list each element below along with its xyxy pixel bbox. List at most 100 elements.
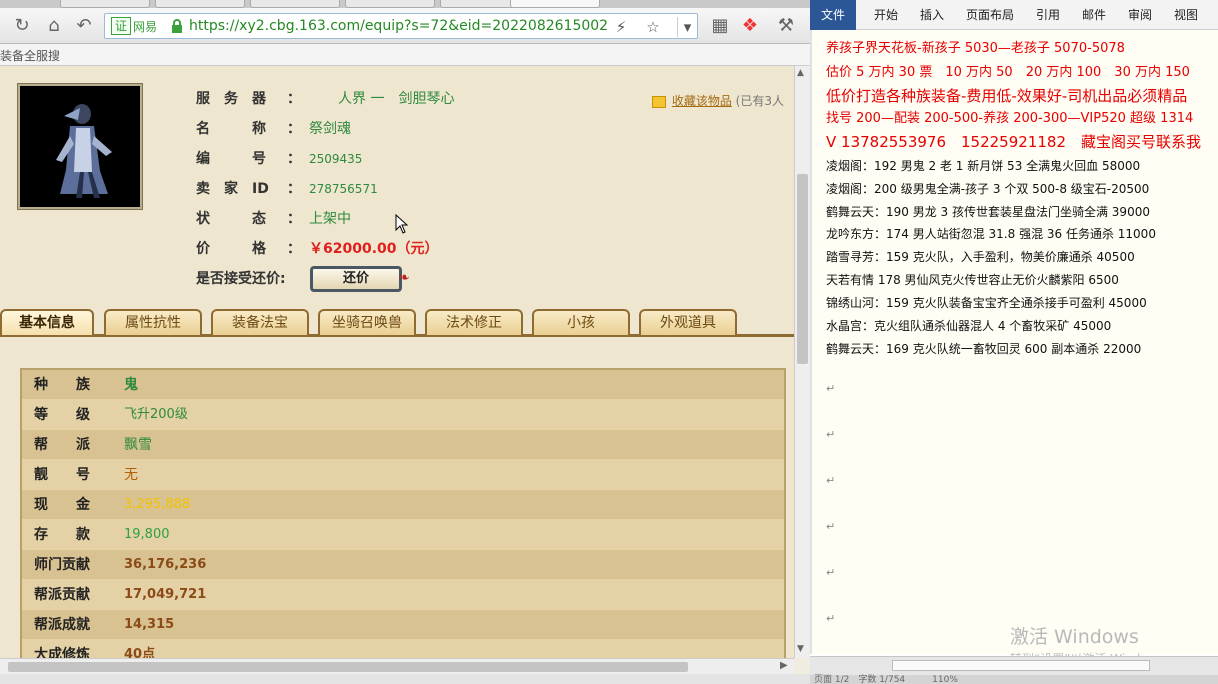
doc-line: 锦绣山河：159 克火队装备宝宝齐全通杀接手可盈利 45000 bbox=[826, 296, 1147, 310]
tab-basic-info[interactable]: 基本信息 bbox=[0, 309, 94, 335]
tab-spell-mods[interactable]: 法术修正 bbox=[425, 309, 523, 335]
doc-line: 凌烟阁：200 级男鬼全满-孩子 3 个双 500-8 级宝石-20500 bbox=[826, 182, 1150, 196]
web-page: 服 务 器 ： 人界 一 剑胆琴心 名 称 ： 祭剑魂 编 号 ： 250943… bbox=[0, 66, 794, 658]
colon: ： bbox=[287, 211, 301, 227]
doc-line: 养孩子界天花板-新孩子 5030—老孩子 5070-5078 bbox=[826, 41, 1125, 56]
doc-line: 估价 5 万内 30 票 10 万内 50 20 万内 100 30 万内 15… bbox=[826, 65, 1190, 80]
paragraph-mark: ↵ bbox=[826, 520, 836, 533]
favorite-count: (已有3人 bbox=[735, 94, 784, 108]
address-bar[interactable]: 证 网易 https://xy2.cbg.163.com/equip?s=72&… bbox=[104, 13, 698, 39]
table-row: 等 级 飞升200级 bbox=[22, 400, 784, 430]
tab-children[interactable]: 小孩 bbox=[532, 309, 630, 335]
browser-tab[interactable] bbox=[60, 0, 150, 8]
back-icon[interactable]: ↶ bbox=[72, 14, 96, 38]
attr-key: 师门贡献 bbox=[34, 557, 90, 573]
tab-equipment[interactable]: 装备法宝 bbox=[211, 309, 309, 335]
folder-add-icon bbox=[652, 95, 666, 108]
tab-review[interactable]: 审阅 bbox=[1122, 0, 1158, 30]
word-status-area: 页面 1/2 字数 1/754 110% bbox=[810, 656, 1218, 684]
detail-tabs: 基本信息 属性抗性 装备法宝 坐骑召唤兽 法术修正 小孩 外观道具 bbox=[0, 309, 794, 337]
tab-references[interactable]: 引用 bbox=[1030, 0, 1066, 30]
tab-insert[interactable]: 插入 bbox=[914, 0, 950, 30]
attr-value: 14,315 bbox=[124, 617, 175, 632]
scroll-up-icon[interactable]: ▲ bbox=[797, 68, 804, 78]
bookmark-item[interactable]: 装备全服搜 bbox=[0, 47, 60, 64]
table-row: 存 款 19,800 bbox=[22, 520, 784, 550]
tab-file[interactable]: 文件 bbox=[810, 0, 856, 30]
counter-offer-label: 是否接受还价: bbox=[196, 271, 286, 287]
horizontal-scrollbar[interactable] bbox=[892, 660, 1150, 671]
attr-value: 40点 bbox=[124, 647, 156, 658]
tools-icon[interactable]: ⚒ bbox=[774, 14, 798, 38]
doc-line: 鹤舞云天：190 男龙 3 孩传世套装星盘法门坐骑全满 39000 bbox=[826, 205, 1150, 219]
scroll-right-icon[interactable]: ▶ bbox=[780, 660, 788, 671]
ornament-icon: ❧ bbox=[398, 270, 410, 286]
browser-tab[interactable] bbox=[250, 0, 340, 8]
name-value: 祭剑魂 bbox=[309, 121, 351, 137]
browser-tab[interactable] bbox=[155, 0, 245, 8]
tab-page-layout[interactable]: 页面布局 bbox=[962, 0, 1018, 30]
paragraph-mark: ↵ bbox=[826, 566, 836, 579]
lock-icon bbox=[172, 19, 182, 33]
tab-mounts-pets[interactable]: 坐骑召唤兽 bbox=[318, 309, 416, 335]
word-status-bar: 页面 1/2 字数 1/754 110% bbox=[810, 675, 1218, 684]
tab-strip bbox=[0, 0, 810, 8]
browser-window: ↻ ⌂ ↶ 证 网易 https://xy2.cbg.163.com/equip… bbox=[0, 0, 810, 684]
table-row: 帮 派 飘雪 bbox=[22, 430, 784, 460]
refresh-icon[interactable]: ↻ bbox=[10, 14, 34, 38]
attr-key: 现 金 bbox=[34, 497, 90, 513]
doc-line: 鹤舞云天：169 克火队统一畜牧回灵 600 副本通杀 22000 bbox=[826, 342, 1142, 356]
tab-attributes[interactable]: 属性抗性 bbox=[104, 309, 202, 335]
tab-appearance[interactable]: 外观道具 bbox=[639, 309, 737, 335]
attr-key: 大成修炼 bbox=[34, 647, 90, 658]
document-page[interactable]: 养孩子界天花板-新孩子 5030—老孩子 5070-5078 估价 5 万内 3… bbox=[810, 30, 1218, 654]
table-row: 帮派成就 14,315 bbox=[22, 610, 784, 640]
status-value: 上架中 bbox=[309, 211, 351, 227]
attr-key: 存 款 bbox=[34, 527, 90, 543]
paragraph-mark: ↵ bbox=[826, 474, 836, 487]
vertical-scrollbar[interactable]: ▲ ▼ bbox=[794, 66, 810, 658]
attr-key: 帮派贡献 bbox=[34, 587, 90, 603]
paragraph-mark: ↵ bbox=[826, 612, 836, 625]
home-icon[interactable]: ⌂ bbox=[42, 14, 66, 38]
scrollbar-thumb[interactable] bbox=[8, 662, 688, 672]
table-row: 师门贡献 36,176,236 bbox=[22, 550, 784, 580]
url-text[interactable]: https://xy2.cbg.163.com/equip?s=72&eid=2… bbox=[189, 18, 609, 34]
paragraph-mark: ↵ bbox=[826, 382, 836, 395]
attr-value: 19,800 bbox=[124, 527, 170, 542]
scrollbar-thumb[interactable] bbox=[797, 174, 808, 364]
attr-key: 帮 派 bbox=[34, 437, 90, 453]
favorite-link[interactable]: 收藏该物品 bbox=[672, 94, 732, 108]
scroll-down-icon[interactable]: ▼ bbox=[797, 644, 804, 654]
browser-tab-active[interactable] bbox=[510, 0, 600, 8]
paragraph-mark: ↵ bbox=[826, 428, 836, 441]
horizontal-scrollbar[interactable]: ▶ bbox=[0, 658, 794, 674]
character-figure-image bbox=[56, 104, 112, 198]
table-row: 靓 号 无 bbox=[22, 460, 784, 490]
lightning-icon[interactable]: ⚡ bbox=[611, 17, 631, 37]
apps-icon[interactable]: ▦ bbox=[708, 14, 732, 38]
game-icon[interactable]: ❖ bbox=[738, 14, 762, 38]
ribbon-tabs: 文件 开始 插入 页面布局 引用 邮件 审阅 视图 bbox=[810, 0, 1218, 30]
attr-value: 17,049,721 bbox=[124, 587, 207, 602]
attr-key: 种 族 bbox=[34, 377, 90, 393]
doc-line: V 13782553976 15225921182 藏宝阁买号联系我 bbox=[826, 133, 1201, 151]
browser-tab[interactable] bbox=[345, 0, 435, 8]
character-portrait bbox=[17, 83, 143, 210]
attr-key: 等 级 bbox=[34, 407, 90, 423]
counter-offer-button[interactable]: 还价 bbox=[310, 266, 402, 292]
number-value: 2509435 bbox=[309, 152, 363, 166]
table-row: 帮派贡献 17,049,721 bbox=[22, 580, 784, 610]
colon: ： bbox=[287, 151, 301, 167]
star-icon[interactable]: ☆ bbox=[643, 17, 663, 37]
verified-badge: 证 bbox=[111, 17, 132, 35]
doc-line: 凌烟阁：192 男鬼 2 老 1 新月饼 53 全满鬼火回血 58000 bbox=[826, 159, 1141, 173]
price-value: ￥62000.00（元） bbox=[309, 241, 439, 257]
tab-home[interactable]: 开始 bbox=[868, 0, 904, 30]
colon: ： bbox=[287, 91, 301, 107]
tab-mailings[interactable]: 邮件 bbox=[1076, 0, 1112, 30]
tab-view[interactable]: 视图 bbox=[1168, 0, 1204, 30]
attr-value: 无 bbox=[124, 467, 138, 483]
dropdown-icon[interactable]: ▾ bbox=[677, 17, 697, 37]
seller-id-value: 278756571 bbox=[309, 182, 378, 196]
